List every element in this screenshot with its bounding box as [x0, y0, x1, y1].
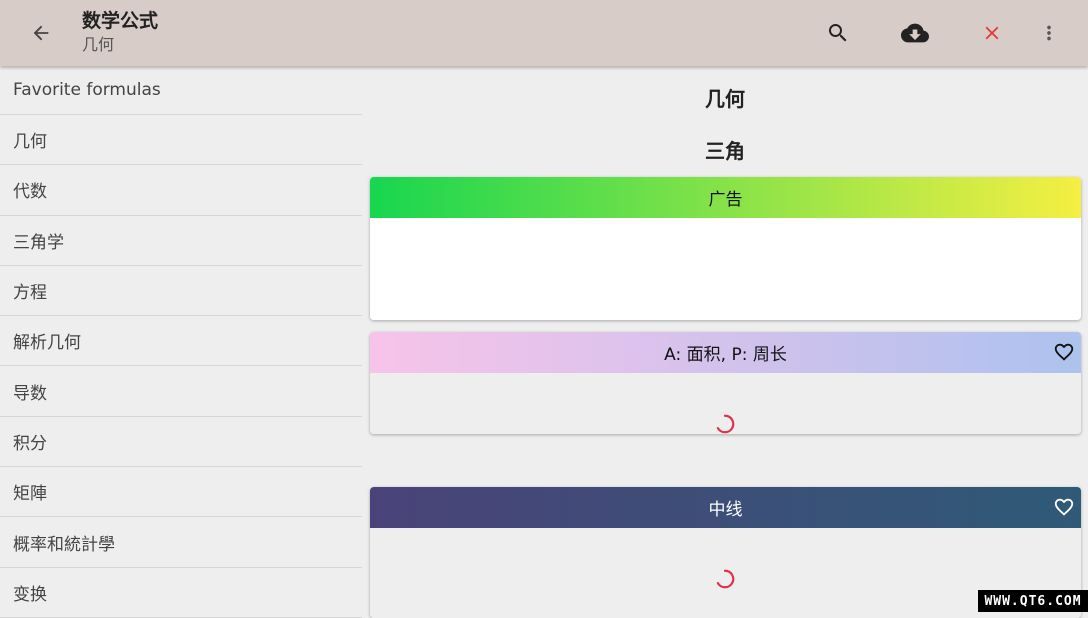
sidebar-item-favorites[interactable]: Favorite formulas [0, 66, 362, 115]
sidebar-item-transforms[interactable]: 变换 [0, 568, 362, 618]
page-title: 数学公式 [82, 8, 158, 34]
category-sidebar: Favorite formulas 几何 代数 三角学 方程 解析几何 导数 积… [0, 66, 362, 612]
favorite-heart-icon[interactable] [1053, 341, 1075, 363]
sidebar-item-label: 概率和統計學 [13, 530, 115, 555]
favorite-heart-icon[interactable] [1053, 496, 1075, 518]
sidebar-item-equations[interactable]: 方程 [0, 266, 362, 316]
sidebar-item-label: 几何 [13, 127, 47, 152]
close-icon[interactable] [976, 17, 1008, 49]
formula-content: 几何 三角 广告 A: 面积, P: 周长 中线 [362, 66, 1088, 612]
cloud-download-icon[interactable] [899, 17, 931, 49]
loading-spinner-icon [714, 413, 736, 434]
sidebar-item-probability-statistics[interactable]: 概率和統計學 [0, 517, 362, 567]
sidebar-item-label: 解析几何 [13, 328, 81, 353]
page-subtitle: 几何 [82, 34, 158, 56]
sidebar-item-derivatives[interactable]: 导数 [0, 366, 362, 416]
sidebar-item-label: 导数 [13, 379, 47, 404]
sidebar-item-label: 三角学 [13, 228, 64, 253]
sidebar-item-label: 矩陣 [13, 479, 47, 504]
sidebar-item-label: Favorite formulas [13, 80, 161, 100]
sidebar-item-label: 变换 [13, 580, 47, 605]
sidebar-item-trigonometry[interactable]: 三角学 [0, 216, 362, 266]
sidebar-item-label: 代数 [13, 177, 47, 202]
sidebar-item-label: 方程 [13, 278, 47, 303]
arrow-back-icon[interactable] [26, 18, 56, 48]
sidebar-item-integrals[interactable]: 积分 [0, 417, 362, 467]
ad-card[interactable]: 广告 [370, 177, 1081, 320]
loading-spinner-icon [714, 568, 736, 590]
formula-card-title: A: 面积, P: 周长 [664, 340, 787, 365]
ad-card-header: 广告 [370, 177, 1081, 218]
formula-card-header: 中线 [370, 487, 1081, 528]
app-bar-titles: 数学公式 几何 [82, 8, 158, 56]
sidebar-item-analytic-geometry[interactable]: 解析几何 [0, 316, 362, 366]
subsection-title: 三角 [362, 135, 1088, 164]
formula-card-header: A: 面积, P: 周长 [370, 332, 1081, 373]
sidebar-item-geometry[interactable]: 几何 [0, 115, 362, 165]
sidebar-item-label: 积分 [13, 429, 47, 454]
watermark: WWW.QT6.COM [978, 590, 1088, 612]
sidebar-item-matrices[interactable]: 矩陣 [0, 467, 362, 517]
sidebar-item-algebra[interactable]: 代数 [0, 165, 362, 215]
formula-card[interactable]: A: 面积, P: 周长 [370, 332, 1081, 434]
ad-label: 广告 [709, 185, 743, 210]
formula-card[interactable]: 中线 [370, 487, 1081, 618]
more-vert-icon[interactable] [1033, 17, 1065, 49]
formula-card-title: 中线 [709, 495, 743, 520]
search-icon[interactable] [822, 17, 854, 49]
formula-card-body [370, 528, 1081, 618]
formula-card-body [370, 373, 1081, 434]
section-title: 几何 [362, 83, 1088, 112]
app-bar: 数学公式 几何 [0, 0, 1088, 66]
ad-content [370, 218, 1081, 320]
